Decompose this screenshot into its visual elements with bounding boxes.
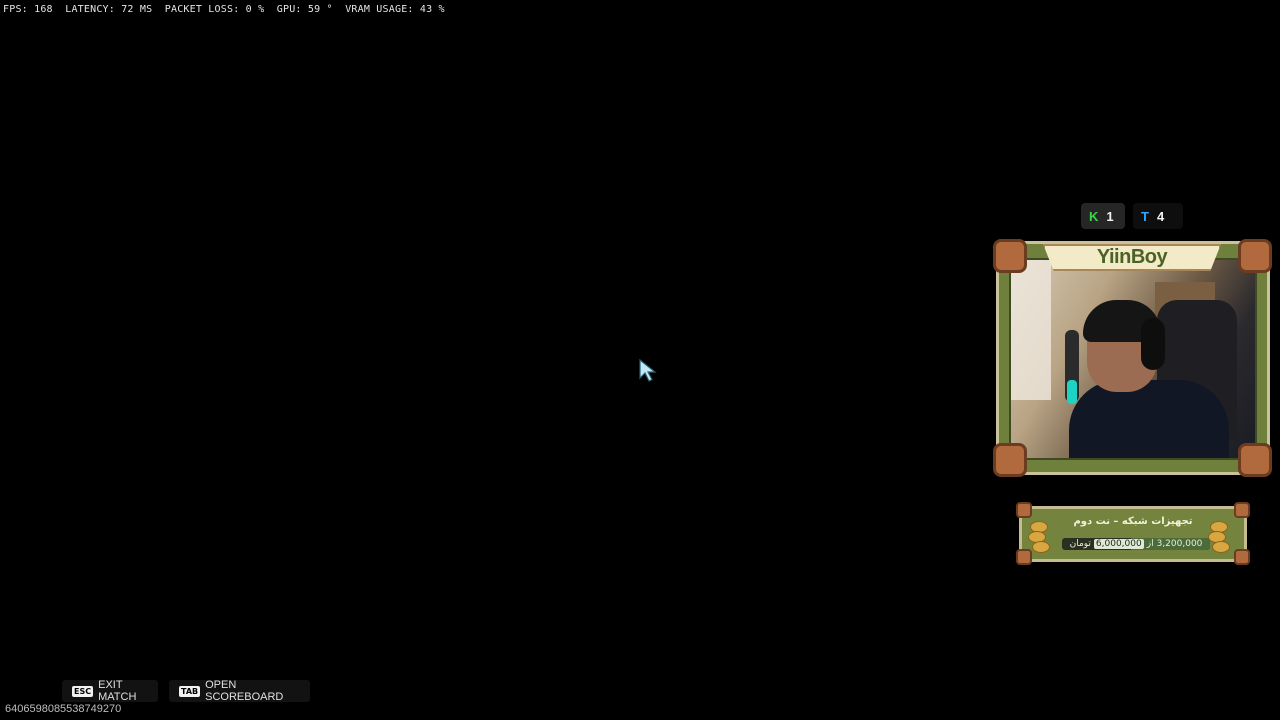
goal-corner-ornament — [1234, 549, 1250, 565]
streamer-name: YiinBoy — [1096, 246, 1168, 268]
esc-key-icon: ESC — [72, 685, 94, 697]
gpu-temp-readout: GPU: 59 ° — [276, 4, 333, 15]
donation-separator: از — [1146, 539, 1154, 549]
game-viewport[interactable]: FPS: 168 LATENCY: 72 MS PACKET LOSS: 0 %… — [0, 0, 1280, 720]
team-t-score: T 4 — [1133, 203, 1183, 229]
webcam-frame — [996, 241, 1270, 475]
donation-progress-bar: 3,200,000 از 6,000,000 تومان — [1062, 538, 1210, 550]
team-k-score: K 1 — [1081, 203, 1125, 229]
webcam-feed — [1009, 258, 1257, 460]
fps-readout: FPS: 168 — [3, 4, 53, 15]
performance-overlay: FPS: 168 LATENCY: 72 MS PACKET LOSS: 0 %… — [3, 4, 445, 15]
mouse-pointer-icon — [639, 359, 657, 382]
donation-progress-text: 3,200,000 از 6,000,000 تومان — [1062, 538, 1210, 550]
team-t-icon: T — [1141, 208, 1149, 224]
frame-corner-ornament — [993, 239, 1027, 273]
team-k-score-value: 1 — [1106, 208, 1114, 224]
team-t-score-value: 4 — [1156, 208, 1165, 224]
coin-stack-icon — [1206, 519, 1230, 553]
open-scoreboard-button[interactable]: TAB OPEN SCOREBOARD — [169, 679, 310, 703]
goal-corner-ornament — [1016, 549, 1032, 565]
tab-key-icon: TAB — [179, 685, 201, 697]
packet-loss-readout: PACKET LOSS: 0 % — [164, 4, 265, 15]
exit-match-label: EXIT MATCH — [98, 679, 137, 703]
coin-stack-icon — [1028, 519, 1050, 553]
streamer-nameplate: YiinBoy — [1043, 244, 1221, 271]
donation-goal-widget: تجهیزات شبکه – نت دوم 3,200,000 از 6,000… — [1019, 506, 1247, 562]
vram-readout: VRAM USAGE: 43 % — [345, 4, 445, 15]
exit-match-button[interactable]: ESC EXIT MATCH — [62, 679, 158, 703]
open-scoreboard-label: OPEN SCOREBOARD — [205, 679, 284, 703]
goal-corner-ornament — [1234, 502, 1250, 518]
frame-corner-ornament — [1238, 239, 1272, 273]
team-k-icon: K — [1089, 208, 1099, 224]
frame-corner-ornament — [1238, 443, 1272, 477]
session-id: 640659808553874927​0 — [5, 703, 122, 715]
donation-target: 6,000,000 — [1093, 539, 1144, 549]
latency-readout: LATENCY: 72 MS — [65, 4, 153, 15]
goal-corner-ornament — [1016, 502, 1032, 518]
donation-currency: تومان — [1069, 539, 1091, 549]
frame-corner-ornament — [993, 443, 1027, 477]
donation-current: 3,200,000 — [1156, 539, 1203, 549]
